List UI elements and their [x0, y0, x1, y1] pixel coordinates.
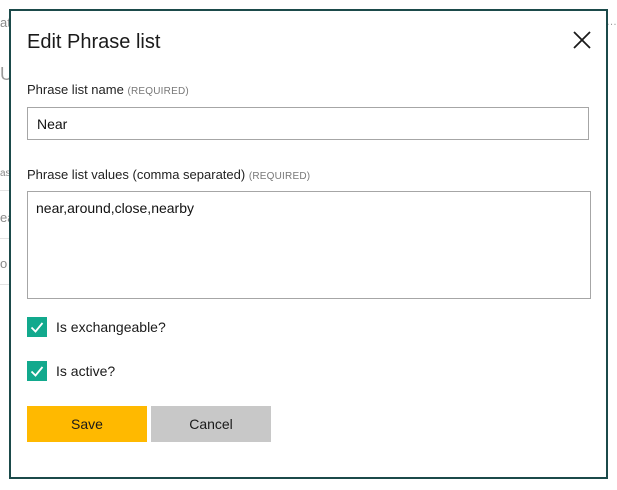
phrase-list-values-textarea[interactable]: near,around,close,nearby — [27, 191, 591, 299]
phrase-list-name-label-text: Phrase list name — [27, 82, 124, 97]
close-icon — [573, 31, 591, 49]
exchangeable-checkbox[interactable] — [27, 317, 47, 337]
phrase-list-values-label-text: Phrase list values (comma separated) — [27, 167, 246, 182]
edit-phrase-list-dialog: Edit Phrase list Phrase list name (REQUI… — [9, 9, 608, 479]
phrase-list-name-label: Phrase list name (REQUIRED) — [27, 82, 189, 97]
phrase-list-values-label: Phrase list values (comma separated) (RE… — [27, 167, 310, 182]
exchangeable-checkbox-row: Is exchangeable? — [27, 317, 166, 337]
cancel-button[interactable]: Cancel — [151, 406, 271, 442]
active-checkbox-row: Is active? — [27, 361, 115, 381]
required-tag: (REQUIRED) — [248, 171, 311, 182]
phrase-list-name-input[interactable] — [27, 107, 589, 140]
close-button[interactable] — [571, 29, 593, 51]
exchangeable-label: Is exchangeable? — [56, 319, 166, 335]
active-label: Is active? — [56, 363, 116, 379]
save-button[interactable]: Save — [27, 406, 147, 442]
checkmark-icon — [30, 366, 44, 377]
required-tag: (REQUIRED) — [127, 86, 189, 97]
checkmark-icon — [30, 322, 44, 333]
background-text-fragment: o — [0, 256, 8, 271]
dialog-title: Edit Phrase list — [27, 31, 161, 53]
active-checkbox[interactable] — [27, 361, 47, 381]
